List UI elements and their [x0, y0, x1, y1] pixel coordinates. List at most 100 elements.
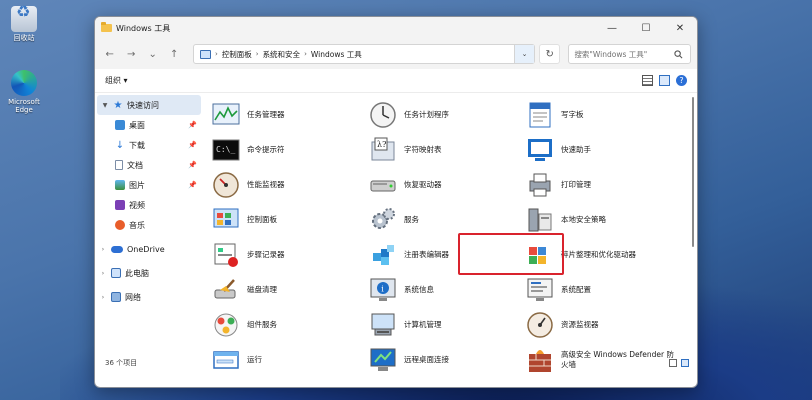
window-title: Windows 工具 — [116, 23, 171, 33]
sidebar-item-label: 下载 — [129, 140, 145, 150]
search-box[interactable] — [568, 44, 691, 64]
organize-button[interactable]: 组织 ▾ — [105, 75, 128, 86]
desktop-icon-label: 回收站 — [13, 34, 35, 42]
sidebar-item-documents[interactable]: 文档 📌 — [95, 155, 203, 175]
chevron-right-icon[interactable]: › — [99, 294, 107, 301]
chevron-down-icon[interactable]: ▼ — [101, 102, 109, 109]
list-item[interactable]: 写字板 — [523, 97, 680, 132]
desktop-edge[interactable]: Microsoft Edge — [2, 70, 46, 114]
desktop-icon-label: Microsoft Edge — [8, 98, 40, 114]
item-label: 性能监视器 — [247, 179, 285, 189]
pin-icon: 📌 — [188, 161, 197, 169]
list-item[interactable]: 远程桌面连接 — [366, 342, 523, 377]
recovery-drive-icon — [368, 170, 398, 200]
item-label: 步骤记录器 — [247, 249, 285, 259]
window-tab[interactable]: Windows 工具 — [101, 22, 171, 34]
list-item[interactable]: 打印管理 — [523, 167, 680, 202]
list-item[interactable]: 高级安全 Windows Defender 防火墙 — [523, 342, 680, 377]
list-item[interactable]: 任务计划程序 — [366, 97, 523, 132]
document-icon — [115, 160, 123, 170]
list-item[interactable]: 组件服务 — [209, 307, 366, 342]
sidebar-item-desktop[interactable]: 桌面 📌 — [95, 115, 203, 135]
sidebar-item-label: 网络 — [125, 292, 141, 302]
item-count: 36 个项目 — [105, 359, 138, 367]
close-button[interactable]: ✕ — [663, 17, 697, 39]
chevron-right-icon[interactable]: › — [99, 246, 107, 253]
minimize-button[interactable]: — — [595, 17, 629, 39]
recent-locations-button[interactable]: ⌄ — [144, 45, 161, 63]
sidebar-item-label: OneDrive — [127, 244, 165, 254]
list-item[interactable]: 服务 — [366, 202, 523, 237]
scrollbar-thumb[interactable] — [692, 97, 694, 247]
explorer-window: Windows 工具 — ☐ ✕ ← → ⌄ ↑ › 控制面板 › 系统和安全 … — [94, 16, 698, 388]
list-item[interactable]: 本地安全策略 — [523, 202, 680, 237]
sidebar-item-quick-access[interactable]: ▼ ★ 快速访问 — [97, 95, 201, 115]
item-label: 远程桌面连接 — [404, 354, 449, 364]
list-item[interactable]: 步骤记录器 — [209, 237, 366, 272]
recycle-bin-icon — [11, 6, 37, 32]
sidebar-item-network[interactable]: › 网络 — [95, 287, 203, 307]
list-item[interactable]: 计算机管理 — [366, 307, 523, 342]
pictures-icon — [115, 180, 125, 190]
vertical-scrollbar[interactable] — [691, 97, 695, 353]
list-item[interactable]: i 系统信息 — [366, 272, 523, 307]
video-icon — [115, 200, 125, 210]
address-bar[interactable]: › 控制面板 › 系统和安全 › Windows 工具 ⌄ — [192, 44, 536, 64]
help-icon[interactable]: ? — [676, 75, 687, 86]
list-item[interactable]: 任务管理器 — [209, 97, 366, 132]
pin-icon: 📌 — [188, 181, 197, 189]
list-item[interactable]: 性能监视器 — [209, 167, 366, 202]
address-dropdown-icon[interactable]: ⌄ — [514, 45, 535, 63]
wordpad-icon — [525, 100, 555, 130]
sidebar-item-label: 桌面 — [129, 120, 145, 130]
chevron-right-icon[interactable]: › — [99, 270, 107, 277]
sidebar-item-onedrive[interactable]: › OneDrive — [95, 239, 203, 259]
sidebar-item-pictures[interactable]: 图片 📌 — [95, 175, 203, 195]
view-pane-icon[interactable] — [659, 75, 670, 86]
search-icon — [674, 49, 683, 58]
item-label: 恢复驱动器 — [404, 179, 442, 189]
network-icon — [111, 292, 121, 302]
list-item[interactable]: λ? 字符映射表 — [366, 132, 523, 167]
performance-monitor-icon — [211, 170, 241, 200]
list-item[interactable]: 系统配置 — [523, 272, 680, 307]
search-input[interactable] — [574, 49, 671, 59]
sidebar-item-label: 图片 — [129, 180, 145, 190]
up-button[interactable]: ↑ — [165, 45, 182, 63]
back-button[interactable]: ← — [101, 45, 118, 63]
list-item[interactable]: C:\_ 命令提示符 — [209, 132, 366, 167]
sidebar-item-this-pc[interactable]: › 此电脑 — [95, 263, 203, 283]
view-buttons: ? — [642, 75, 687, 86]
refresh-button[interactable]: ↻ — [539, 44, 561, 64]
forward-button[interactable]: → — [122, 45, 139, 63]
breadcrumb-separator: › — [255, 50, 259, 58]
list-item[interactable]: 快速助手 — [523, 132, 680, 167]
sidebar-item-label: 快速访问 — [127, 100, 159, 110]
registry-editor-icon — [368, 240, 398, 270]
list-item[interactable]: 运行 — [209, 342, 366, 377]
desktop-recycle-bin[interactable]: 回收站 — [2, 6, 46, 42]
task-manager-icon — [211, 100, 241, 130]
breadcrumb-control-panel[interactable]: 控制面板 — [222, 49, 252, 60]
maximize-button[interactable]: ☐ — [629, 17, 663, 39]
breadcrumb-windows-tools[interactable]: Windows 工具 — [311, 49, 362, 60]
list-item[interactable]: 注册表编辑器 — [366, 237, 523, 272]
list-item[interactable]: 磁盘清理 — [209, 272, 366, 307]
list-item[interactable]: 控制面板 — [209, 202, 366, 237]
sidebar-item-videos[interactable]: 视频 — [95, 195, 203, 215]
item-label: 资源监视器 — [561, 319, 599, 329]
list-item[interactable]: 资源监视器 — [523, 307, 680, 342]
breadcrumb-system-security[interactable]: 系统和安全 — [263, 49, 301, 60]
item-label: 快速助手 — [561, 144, 591, 154]
this-pc-icon — [111, 268, 121, 278]
sidebar-item-music[interactable]: 音乐 — [95, 215, 203, 235]
breadcrumb-separator: › — [214, 50, 218, 58]
list-item[interactable]: 碎片整理和优化驱动器 — [523, 237, 680, 272]
navigation-pane: ▼ ★ 快速访问 桌面 📌 ↓ 下载 📌 文档 📌 图片 📌 视频 音乐 › O… — [95, 93, 203, 357]
component-services-icon — [211, 310, 241, 340]
run-icon — [211, 345, 241, 375]
sidebar-item-downloads[interactable]: ↓ 下载 📌 — [95, 135, 203, 155]
list-item[interactable]: 恢复驱动器 — [366, 167, 523, 202]
view-list-icon[interactable] — [642, 75, 653, 86]
item-label: 系统配置 — [561, 284, 591, 294]
